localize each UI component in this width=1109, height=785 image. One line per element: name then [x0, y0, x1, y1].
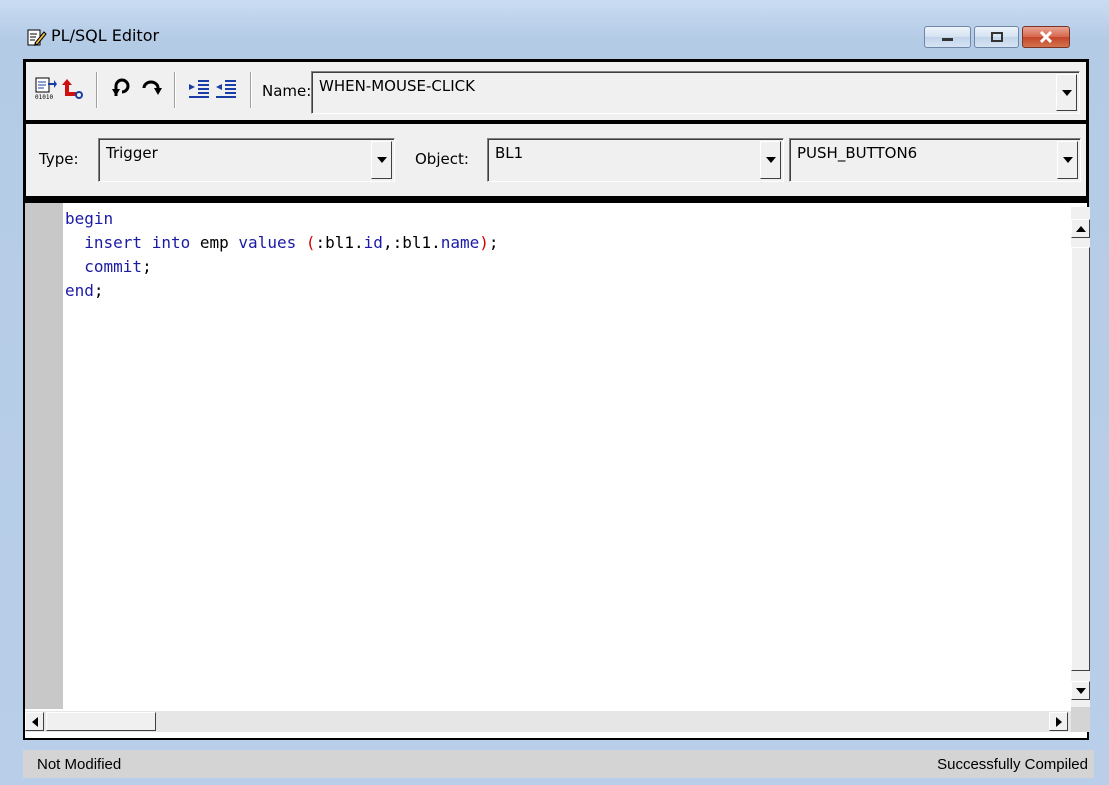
code-keyword: end [65, 281, 94, 300]
scrollbar-corner [1071, 707, 1090, 732]
chevron-down-icon [1061, 89, 1072, 96]
status-bar: Not Modified Successfully Compiled [23, 750, 1094, 778]
maximize-button[interactable] [974, 26, 1019, 48]
code-identifier: emp [199, 233, 229, 252]
code-keyword: commit [84, 257, 143, 276]
code-line: commit; [65, 255, 499, 279]
chevron-down-icon [376, 157, 387, 163]
object-dropdown-button[interactable] [760, 141, 781, 179]
type-dropdown[interactable]: Trigger [98, 138, 395, 182]
item-dropdown[interactable]: PUSH_BUTTON6 [789, 138, 1081, 182]
toolbar-separator [174, 72, 176, 108]
toolbar-separator [96, 72, 98, 108]
caption-buttons [924, 26, 1070, 50]
code-punct: ( [305, 233, 316, 252]
redo-button[interactable] [139, 77, 165, 103]
code-line: end; [65, 279, 499, 303]
type-label: Type: [39, 150, 79, 168]
modified-status: Not Modified [37, 756, 122, 773]
arrow-down-icon [1075, 687, 1086, 694]
revert-icon [60, 76, 84, 104]
name-label: Name: [262, 82, 312, 100]
window-title: PL/SQL Editor [51, 26, 160, 45]
name-value: WHEN-MOUSE-CLICK [319, 77, 475, 95]
code-punct: ) [479, 233, 489, 252]
toolbar-separator [250, 72, 252, 108]
vertical-scrollbar[interactable] [1071, 207, 1090, 707]
maximize-icon [990, 31, 1004, 43]
code-identifier: ; [142, 257, 152, 276]
chevron-down-icon [1062, 157, 1073, 163]
type-dropdown-button[interactable] [371, 141, 392, 179]
scroll-left-button[interactable] [25, 712, 44, 731]
code-field: name [440, 233, 480, 252]
code-keyword: values [238, 233, 297, 252]
code-keyword: insert into [84, 233, 191, 252]
indent-icon [187, 76, 211, 104]
chevron-down-icon [765, 157, 776, 163]
vertical-scroll-thumb[interactable] [1071, 247, 1090, 671]
indent-button[interactable] [186, 77, 212, 103]
name-dropdown[interactable]: WHEN-MOUSE-CLICK [311, 71, 1080, 114]
close-button[interactable] [1022, 26, 1070, 48]
redo-icon [140, 76, 164, 104]
scroll-right-button[interactable] [1049, 712, 1068, 731]
code-line: begin [65, 207, 499, 231]
undo-icon [110, 76, 134, 104]
code-area[interactable]: begin insert into emp values (:bl1.id,:b… [65, 207, 499, 303]
code-editor[interactable]: begin insert into emp values (:bl1.id,:b… [25, 203, 1090, 738]
title-bar[interactable]: PL/SQL Editor [0, 0, 1109, 50]
name-dropdown-button[interactable] [1056, 74, 1077, 111]
arrow-up-icon [1075, 225, 1086, 232]
object-value: BL1 [495, 144, 524, 162]
arrow-left-icon [31, 716, 38, 727]
code-identifier: ; [488, 233, 499, 252]
code-line: insert into emp values (:bl1.id,:bl1.nam… [65, 231, 499, 255]
item-dropdown-button[interactable] [1057, 141, 1078, 179]
object-label: Object: [415, 150, 469, 168]
compile-status: Successfully Compiled [937, 756, 1088, 773]
object-selector-bar: Type: Trigger Object: BL1 PUSH_BUTTON6 [26, 124, 1086, 196]
toolbar-area: 01010 Name: WHEN-MOUSE-CLICK Type: Trigg… [23, 59, 1089, 199]
revert-button[interactable] [59, 77, 85, 103]
item-value: PUSH_BUTTON6 [797, 144, 918, 162]
horizontal-scrollbar[interactable] [25, 711, 1071, 732]
minimize-icon [941, 32, 955, 42]
close-icon [1039, 31, 1053, 43]
code-identifier: :bl1. [315, 233, 364, 252]
code-keyword: begin [65, 209, 114, 228]
outdent-icon [214, 76, 238, 104]
code-identifier: ,:bl1. [382, 233, 441, 252]
scroll-up-button[interactable] [1071, 219, 1090, 238]
object-dropdown[interactable]: BL1 [487, 138, 784, 182]
minimize-button[interactable] [924, 26, 971, 48]
scroll-down-button[interactable] [1071, 681, 1090, 700]
compile-icon: 01010 [34, 76, 58, 104]
compile-button[interactable]: 01010 [33, 77, 59, 103]
outdent-button[interactable] [213, 77, 239, 103]
code-field: id [363, 233, 383, 252]
arrow-right-icon [1055, 716, 1062, 727]
undo-button[interactable] [109, 77, 135, 103]
editor-frame: begin insert into emp values (:bl1.id,:b… [23, 199, 1090, 740]
horizontal-scroll-thumb[interactable] [46, 712, 156, 731]
pencil-edit-icon [27, 27, 47, 47]
type-value: Trigger [106, 144, 158, 162]
plsql-editor-window: PL/SQL Editor 01010 Name: WHEN-MOUSE-CLI… [0, 0, 1109, 785]
editor-gutter [25, 203, 63, 709]
toolbar: 01010 Name: WHEN-MOUSE-CLICK [26, 62, 1086, 120]
code-identifier: ; [93, 281, 104, 300]
svg-text:01010: 01010 [35, 94, 53, 100]
